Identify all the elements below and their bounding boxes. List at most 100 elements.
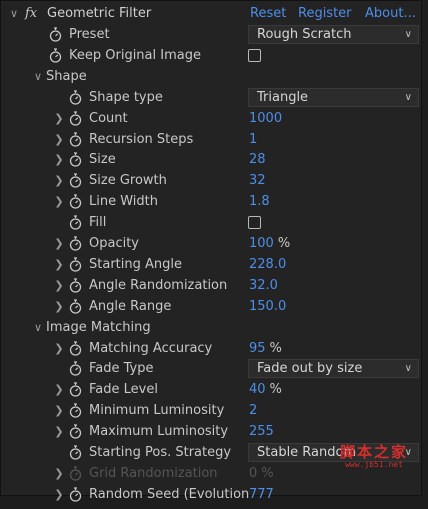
fade-level-value[interactable]: 40% [249,379,282,400]
expand-chevron-icon[interactable]: ❯ [53,338,65,359]
property-label: Shape type [89,89,163,105]
stopwatch-icon[interactable] [69,257,82,272]
value-number[interactable]: 32.0 [249,278,278,293]
property-row-opacity: ❯ Opacity 100% [1,233,421,254]
random-seed-evolution-value[interactable]: 777 [249,484,274,505]
starting-angle-value[interactable]: 228.0 [249,254,286,275]
stopwatch-icon[interactable] [69,173,82,188]
shape-type-dropdown[interactable]: Triangle ∨ [248,87,419,107]
opacity-value[interactable]: 100% [249,233,290,254]
property-label: Line Width [89,194,158,210]
angle-randomization-value[interactable]: 32.0 [249,275,278,296]
expand-chevron-icon[interactable]: ❯ [53,400,65,421]
stopwatch-icon[interactable] [49,27,62,42]
value-number[interactable]: 150.0 [249,299,286,314]
property-label: Matching Accuracy [89,340,213,356]
property-label: Size Growth [89,173,167,189]
property-label: Starting Angle [89,256,182,272]
effect-title: Geometric Filter [47,6,152,21]
value-number[interactable]: 2 [249,403,257,418]
line-width-value[interactable]: 1.8 [249,191,270,212]
count-value[interactable]: 1000 [249,108,282,129]
stopwatch-icon[interactable] [69,152,82,168]
section-collapse-chevron-icon[interactable]: ∨ [32,66,44,87]
maximum-luminosity-value[interactable]: 255 [249,421,274,442]
effect-header: ∨ fx Geometric Filter Reset Register Abo… [1,3,421,24]
fx-icon[interactable]: fx [25,3,37,24]
stopwatch-icon[interactable] [69,299,82,314]
value-unit: % [261,465,274,481]
preset-dropdown[interactable]: Rough Scratch ∨ [248,25,419,44]
value-number[interactable]: 0 [249,466,257,481]
about-link[interactable]: About... [365,3,416,24]
expand-chevron-icon[interactable]: ❯ [53,296,65,317]
watermark: 脚本之家 www.jb51.net [326,444,422,474]
expand-chevron-icon[interactable]: ❯ [53,170,65,191]
property-label: Keep Original Image [69,47,201,63]
value-number[interactable]: 28 [249,152,266,167]
section-label[interactable]: Shape [46,66,87,87]
value-number[interactable]: 1.8 [249,194,270,209]
expand-chevron-icon[interactable]: ❯ [53,275,65,296]
stopwatch-icon[interactable] [69,194,82,209]
effect-controls-panel: ∨ fx Geometric Filter Reset Register Abo… [0,0,422,502]
stopwatch-icon[interactable] [69,278,82,293]
value-number[interactable]: 40 [249,382,266,397]
stopwatch-icon[interactable] [69,382,82,397]
chevron-down-icon: ∨ [404,29,412,40]
matching-accuracy-value[interactable]: 95% [249,338,282,359]
expand-chevron-icon[interactable]: ❯ [53,108,65,129]
angle-range-value[interactable]: 150.0 [249,296,286,317]
stopwatch-icon[interactable] [69,403,82,418]
size-growth-value[interactable]: 32 [249,170,266,191]
property-label: Fade Level [89,382,158,398]
property-label: Angle Randomization [89,277,228,293]
value-number[interactable]: 1 [249,132,257,147]
section-label[interactable]: Image Matching [46,317,151,338]
minimum-luminosity-value[interactable]: 2 [249,400,257,421]
expand-chevron-icon[interactable]: ❯ [53,149,65,170]
property-row-fill: Fill [1,212,421,233]
stopwatch-icon[interactable] [69,424,82,439]
grid-randomization-value[interactable]: 0% [249,463,274,484]
stopwatch-icon[interactable] [69,340,82,356]
property-row-matching-accuracy: ❯ Matching Accuracy 95% [1,338,421,359]
expand-chevron-icon[interactable]: ❯ [53,129,65,150]
size-value[interactable]: 28 [249,149,266,170]
value-number[interactable]: 255 [249,424,274,439]
value-number[interactable]: 228.0 [249,257,286,272]
reset-link[interactable]: Reset [250,3,286,24]
property-row-maximum-luminosity: ❯ Maximum Luminosity 255 [1,421,421,442]
collapse-chevron-icon[interactable]: ∨ [8,3,20,24]
fade-type-dropdown[interactable]: Fade out by size ∨ [248,359,419,379]
stopwatch-icon[interactable] [69,445,82,460]
stopwatch-icon[interactable] [69,90,82,105]
value-number[interactable]: 95 [249,341,266,356]
expand-chevron-icon[interactable]: ❯ [53,463,65,484]
value-number[interactable]: 100 [249,236,274,251]
expand-chevron-icon[interactable]: ❯ [53,421,65,442]
stopwatch-icon[interactable] [69,466,82,481]
stopwatch-icon[interactable] [69,215,82,230]
property-label: Minimum Luminosity [89,403,225,419]
stopwatch-icon[interactable] [69,361,82,377]
expand-chevron-icon[interactable]: ❯ [53,191,65,212]
value-number[interactable]: 1000 [249,111,282,126]
stopwatch-icon[interactable] [69,131,82,147]
expand-chevron-icon[interactable]: ❯ [53,233,65,254]
expand-chevron-icon[interactable]: ❯ [53,484,65,505]
stopwatch-icon[interactable] [69,110,82,126]
stopwatch-icon[interactable] [69,236,82,251]
expand-chevron-icon[interactable]: ❯ [53,379,65,400]
section-collapse-chevron-icon[interactable]: ∨ [32,317,44,338]
property-row-starting-angle: ❯ Starting Angle 228.0 [1,254,421,275]
recursion-steps-value[interactable]: 1 [249,129,257,150]
property-row-size-growth: ❯ Size Growth 32 [1,170,421,191]
register-link[interactable]: Register [298,3,352,24]
keep-original-image-checkbox[interactable] [248,48,261,62]
stopwatch-icon[interactable] [49,48,62,63]
expand-chevron-icon[interactable]: ❯ [53,254,65,275]
fill-checkbox[interactable] [248,216,261,230]
value-number[interactable]: 32 [249,173,266,188]
property-label: Starting Pos. Strategy [89,445,232,460]
